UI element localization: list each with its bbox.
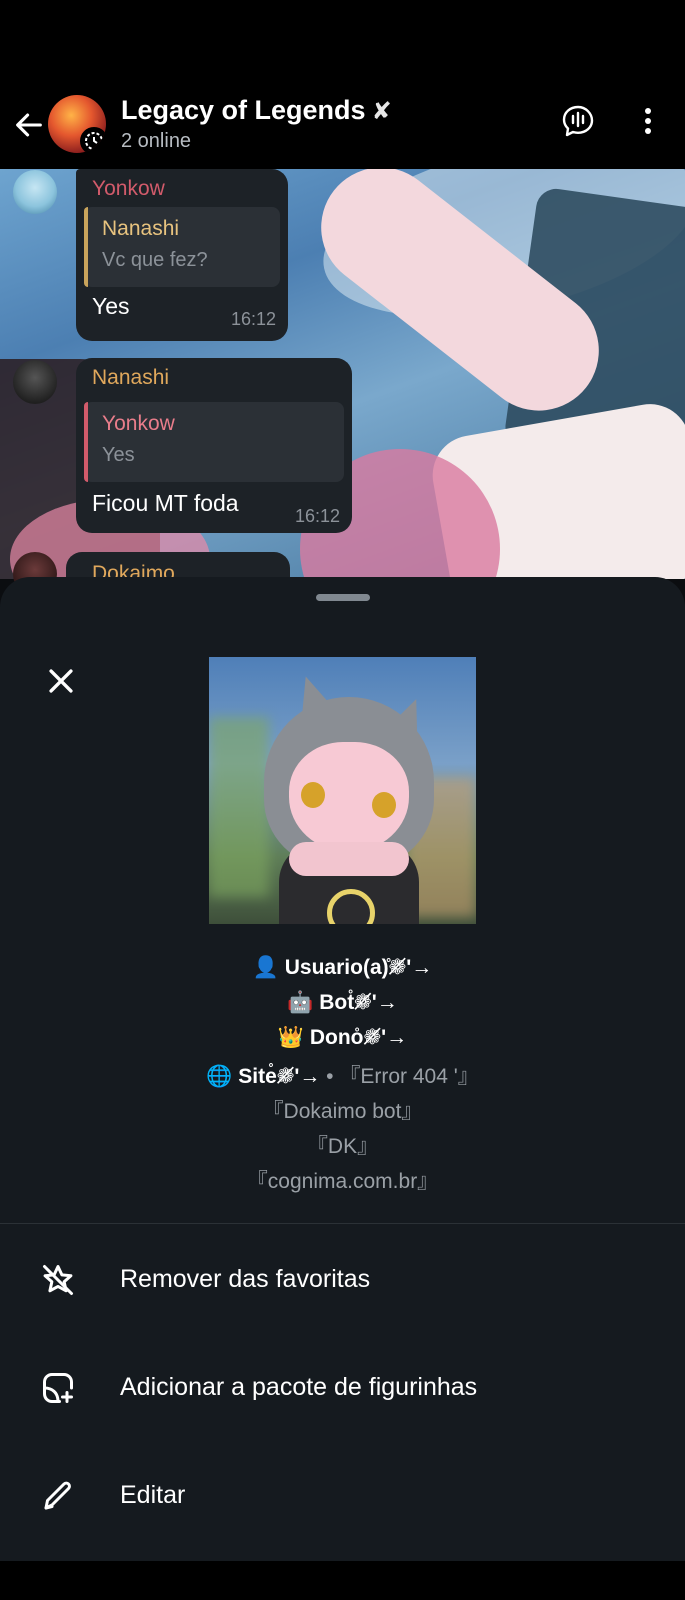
divider	[0, 1223, 685, 1224]
sticker-info-line: 『DK』	[306, 1135, 379, 1158]
menu-item-label: Adicionar a pacote de figurinhas	[120, 1373, 478, 1401]
chat-title[interactable]: Legacy of Legends ✘	[121, 95, 392, 126]
close-icon[interactable]	[44, 664, 78, 698]
reply-sender: Nanashi	[102, 217, 180, 240]
message-text: Yes	[92, 293, 130, 319]
chat-header: Legacy of Legends ✘ 2 online	[0, 95, 685, 169]
add-to-sticker-pack-button[interactable]: Adicionar a pacote de figurinhas	[0, 1343, 685, 1433]
message-bubble[interactable]: Nanashi Yonkow Yes Ficou MT foda 16:12	[76, 358, 352, 533]
chat-avatar[interactable]	[48, 95, 106, 153]
sticker-add-icon	[43, 1373, 73, 1403]
voice-chat-icon[interactable]	[560, 103, 596, 139]
avatar[interactable]	[13, 360, 57, 404]
site-meta: • 『Error 404 '』	[320, 1065, 479, 1088]
message-sender: Nanashi	[92, 366, 170, 389]
reply-text: Yes	[102, 444, 135, 466]
online-status: 2 online	[121, 130, 192, 152]
message-text: Ficou MT foda	[92, 490, 239, 516]
sticker-description-line: 🤖 Bot̊❁̸'→	[287, 991, 398, 1014]
reply-quote[interactable]: Nanashi Vc que fez?	[84, 207, 280, 287]
menu-item-label: Remover das favoritas	[120, 1265, 371, 1293]
chat-title-text: Legacy of Legends	[121, 95, 366, 125]
sticker-preview	[209, 657, 476, 924]
site-label: 🌐 Site̊❁̸'→	[206, 1065, 321, 1088]
message-time: 16:12	[230, 309, 276, 329]
chat-title-suffix: ✘	[371, 98, 392, 125]
reply-quote[interactable]: Yonkow Yes	[84, 402, 344, 482]
status-bar	[0, 0, 685, 95]
sticker-description-line: 👑 Dono̊❁̸'→	[277, 1026, 408, 1049]
avatar[interactable]	[13, 170, 57, 214]
star-off-icon	[43, 1265, 73, 1295]
back-arrow-icon[interactable]	[12, 108, 46, 142]
sticker-info-line: 『Dokaimo bot』	[262, 1100, 423, 1123]
sheet-drag-handle[interactable]	[316, 594, 370, 601]
sticker-info-line: 『cognima.com.br』	[246, 1170, 439, 1193]
more-vertical-icon[interactable]	[636, 103, 660, 139]
reply-sender: Yonkow	[102, 412, 175, 435]
sticker-description-line: 🌐 Site̊❁̸'→ • 『Error 404 '』	[0, 1060, 685, 1090]
remove-from-favorites-button[interactable]: Remover das favoritas	[0, 1235, 685, 1325]
timer-icon	[80, 127, 106, 153]
message-bubble[interactable]: Yonkow Nanashi Vc que fez? Yes 16:12	[76, 169, 288, 341]
menu-item-label: Editar	[120, 1481, 186, 1509]
reply-text: Vc que fez?	[102, 249, 208, 271]
message-time: 16:12	[294, 506, 340, 526]
message-sender: Yonkow	[92, 177, 165, 200]
system-navigation-bar	[0, 1561, 685, 1600]
pencil-icon	[44, 1481, 71, 1510]
edit-button[interactable]: Editar	[0, 1451, 685, 1541]
sticker-bottom-sheet: 👤 Usuario(a)̊❁̸'→ 🤖 Bot̊❁̸'→ 👑 Dono̊❁̸'→…	[0, 577, 685, 1561]
sticker-description-line: 👤 Usuario(a)̊❁̸'→	[252, 956, 433, 979]
